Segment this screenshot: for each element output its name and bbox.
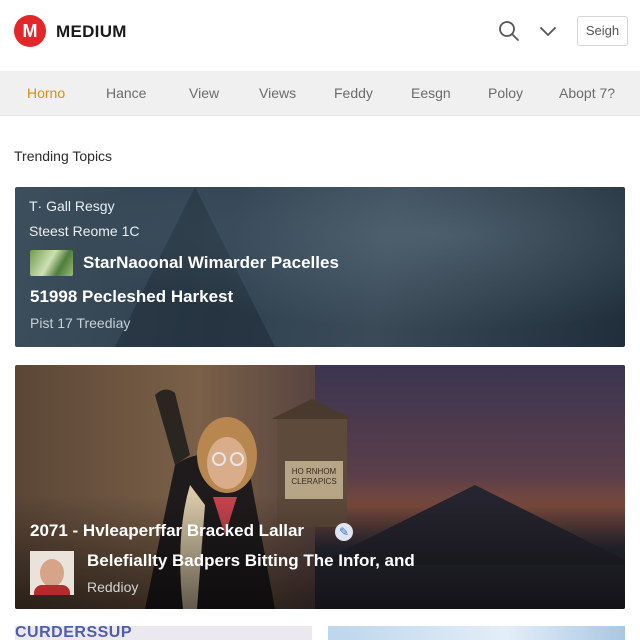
card-image-sign: HO RNHOM CLERAPICS bbox=[285, 461, 343, 499]
chevron-down-icon[interactable] bbox=[538, 22, 558, 40]
section-title: Trending Topics bbox=[14, 148, 113, 164]
card-thumbnail[interactable] bbox=[30, 250, 73, 276]
search-icon[interactable] bbox=[498, 20, 520, 42]
article-card-bottom-right[interactable] bbox=[328, 626, 625, 640]
card-subtitle: Steest Reome 1C bbox=[29, 223, 140, 239]
top-bar: M MEDIUM Seigh bbox=[0, 0, 640, 70]
logo-icon[interactable]: M bbox=[14, 15, 46, 47]
avatar-shirt bbox=[34, 585, 70, 595]
nav-bar: Horno Hance View Views Feddy Eesgn Poloy… bbox=[0, 71, 640, 116]
nav-item-home[interactable]: Horno bbox=[27, 85, 65, 101]
card-meta: Pist 17 Treediay bbox=[30, 315, 131, 331]
nav-item-eesgn[interactable]: Eesgn bbox=[411, 85, 451, 101]
card-headline-secondary[interactable]: Belefiallty Badpers Bitting The Infor, a… bbox=[87, 551, 415, 571]
avatar[interactable] bbox=[30, 551, 74, 595]
card-headline[interactable]: StarNaoonal Wimarder Pacelles bbox=[83, 253, 339, 273]
emoji-icon: ✎ bbox=[335, 523, 353, 541]
nav-item-poloy[interactable]: Poloy bbox=[488, 85, 523, 101]
nav-item-hance[interactable]: Hance bbox=[106, 85, 146, 101]
card-headline[interactable]: 2071 - Hvleaperffar Bracked Lallar bbox=[30, 521, 304, 541]
brand-name[interactable]: MEDIUM bbox=[56, 22, 127, 42]
card-tag[interactable]: T· Gall Resgy bbox=[29, 198, 115, 214]
nav-item-about[interactable]: Abopt 7? bbox=[559, 85, 615, 101]
article-card[interactable]: T· Gall Resgy Steest Reome 1C StarNaoona… bbox=[15, 187, 625, 347]
card-label: CURDERSSUP bbox=[15, 626, 133, 640]
article-card-bottom-left[interactable]: CURDERSSUP bbox=[15, 626, 312, 640]
nav-item-view[interactable]: View bbox=[189, 85, 219, 101]
nav-item-feddy[interactable]: Feddy bbox=[334, 85, 373, 101]
avatar-face bbox=[40, 559, 64, 587]
sign-in-button[interactable]: Seigh bbox=[577, 16, 628, 46]
card-meta: Reddioy bbox=[87, 579, 139, 595]
nav-item-views[interactable]: Views bbox=[259, 85, 296, 101]
card-headline-secondary[interactable]: 51998 Pecleshed Harkest bbox=[30, 287, 233, 307]
featured-article-card[interactable]: HO RNHOM CLERAPICS 2071 - Hvleaperffar B… bbox=[15, 365, 625, 609]
